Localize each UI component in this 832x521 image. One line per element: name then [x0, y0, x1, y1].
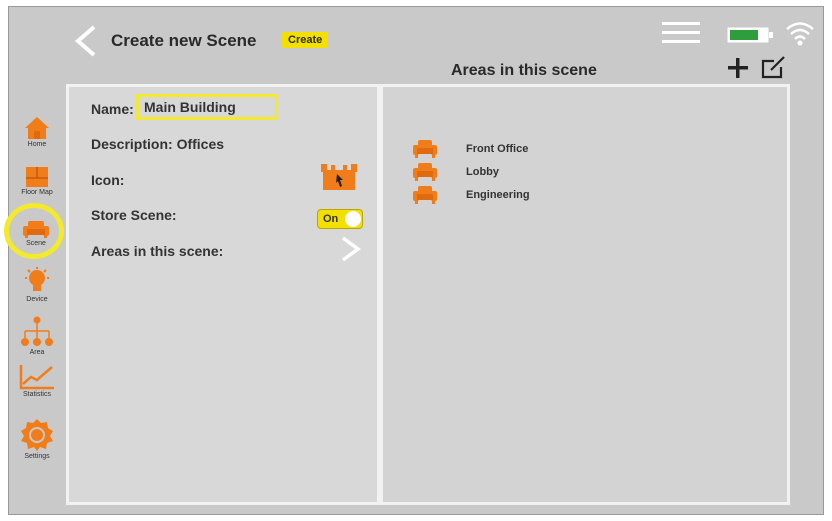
create-button[interactable]: Create: [282, 32, 329, 48]
sidebar-item-label: Home: [27, 141, 47, 148]
store-scene-label: Store Scene:: [91, 207, 177, 223]
hamburger-menu-icon[interactable]: [662, 20, 700, 46]
sidebar-item-label: Device: [26, 296, 48, 303]
area-label: Front Office: [466, 143, 529, 155]
sidebar-item-scene[interactable]: Scene: [7, 219, 65, 247]
sidebar-item-statistics[interactable]: Statistics: [8, 364, 66, 398]
floor-map-icon: [26, 167, 48, 187]
area-list-item[interactable]: Engineering: [412, 185, 612, 205]
area-hierarchy-icon: [21, 316, 53, 346]
sofa-icon: [413, 186, 437, 204]
home-icon: [25, 117, 49, 139]
area-list-item[interactable]: Lobby: [412, 162, 612, 182]
settings-gear-icon: [21, 419, 53, 451]
area-label: Lobby: [466, 166, 499, 178]
chevron-right-icon[interactable]: [339, 235, 363, 263]
scene-sofa-icon: [23, 221, 49, 238]
store-scene-toggle[interactable]: On: [317, 209, 363, 229]
back-chevron-icon[interactable]: [70, 24, 100, 58]
lightbulb-icon: [25, 267, 49, 291]
area-label: Engineering: [466, 189, 530, 201]
sidebar-item-label: Scene: [26, 240, 46, 247]
scene-icon-picker[interactable]: [321, 162, 357, 192]
sidebar-item-settings[interactable]: Settings: [8, 418, 66, 460]
sidebar-item-home[interactable]: Home: [8, 116, 66, 148]
area-list-item[interactable]: Front Office: [412, 139, 612, 159]
sidebar-item-label: Area: [29, 349, 45, 356]
sidebar-item-label: Settings: [24, 453, 50, 460]
sidebar-item-device[interactable]: Device: [8, 267, 66, 303]
page-title: Create new Scene: [111, 31, 257, 50]
edit-icon[interactable]: [760, 55, 786, 79]
name-field[interactable]: [136, 94, 278, 120]
sofa-icon: [413, 140, 437, 158]
sidebar-item-area[interactable]: Area: [8, 316, 66, 356]
description-label: Description: Offices: [91, 136, 225, 152]
areas-in-scene-label: Areas in this scene:: [91, 243, 224, 259]
plus-icon[interactable]: [726, 56, 750, 80]
battery-icon: [727, 27, 773, 43]
sofa-icon: [413, 163, 437, 181]
areas-heading: Areas in this scene: [451, 62, 597, 79]
sidebar-item-label: Statistics: [22, 391, 51, 398]
statistics-chart-icon: [19, 365, 54, 390]
wifi-icon: [786, 22, 814, 46]
sidebar-item-floor-map[interactable]: Floor Map: [8, 166, 66, 196]
sidebar-item-label: Floor Map: [21, 189, 53, 196]
icon-label: Icon:: [91, 172, 125, 188]
toggle-state-label: On: [323, 213, 339, 225]
toggle-knob: [345, 211, 361, 227]
name-label: Name:: [91, 101, 134, 117]
